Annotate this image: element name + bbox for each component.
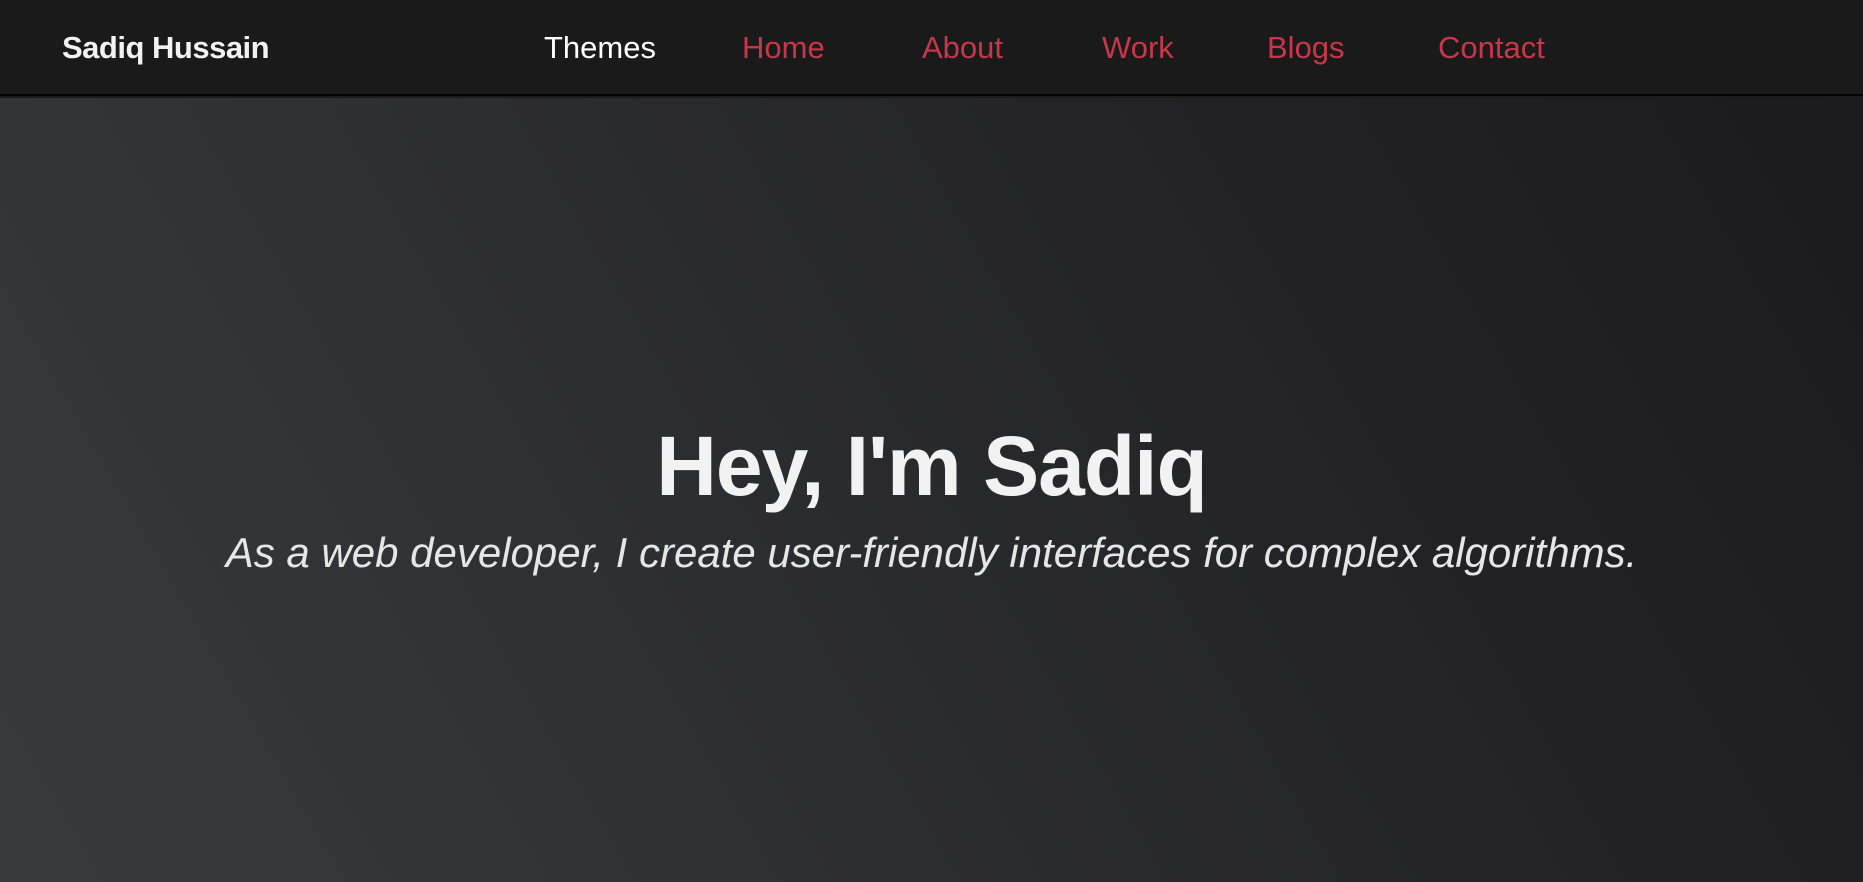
hero-section: Hey, I'm Sadiq As a web developer, I cre… [0,98,1863,882]
nav-link-about[interactable]: About [922,28,1003,68]
nav-link-contact[interactable]: Contact [1438,28,1545,68]
hero-subtitle: As a web developer, I create user-friend… [225,529,1638,576]
nav-link-home[interactable]: Home [742,28,825,68]
nav-link-work[interactable]: Work [1102,28,1174,68]
hero-title: Hey, I'm Sadiq [656,419,1208,513]
nav-link-blogs[interactable]: Blogs [1267,28,1345,68]
top-navbar: Sadiq Hussain Themes Home About Work Blo… [0,0,1863,96]
brand-logo-link[interactable]: Sadiq Hussain [62,28,270,68]
nav-link-themes[interactable]: Themes [544,28,656,68]
